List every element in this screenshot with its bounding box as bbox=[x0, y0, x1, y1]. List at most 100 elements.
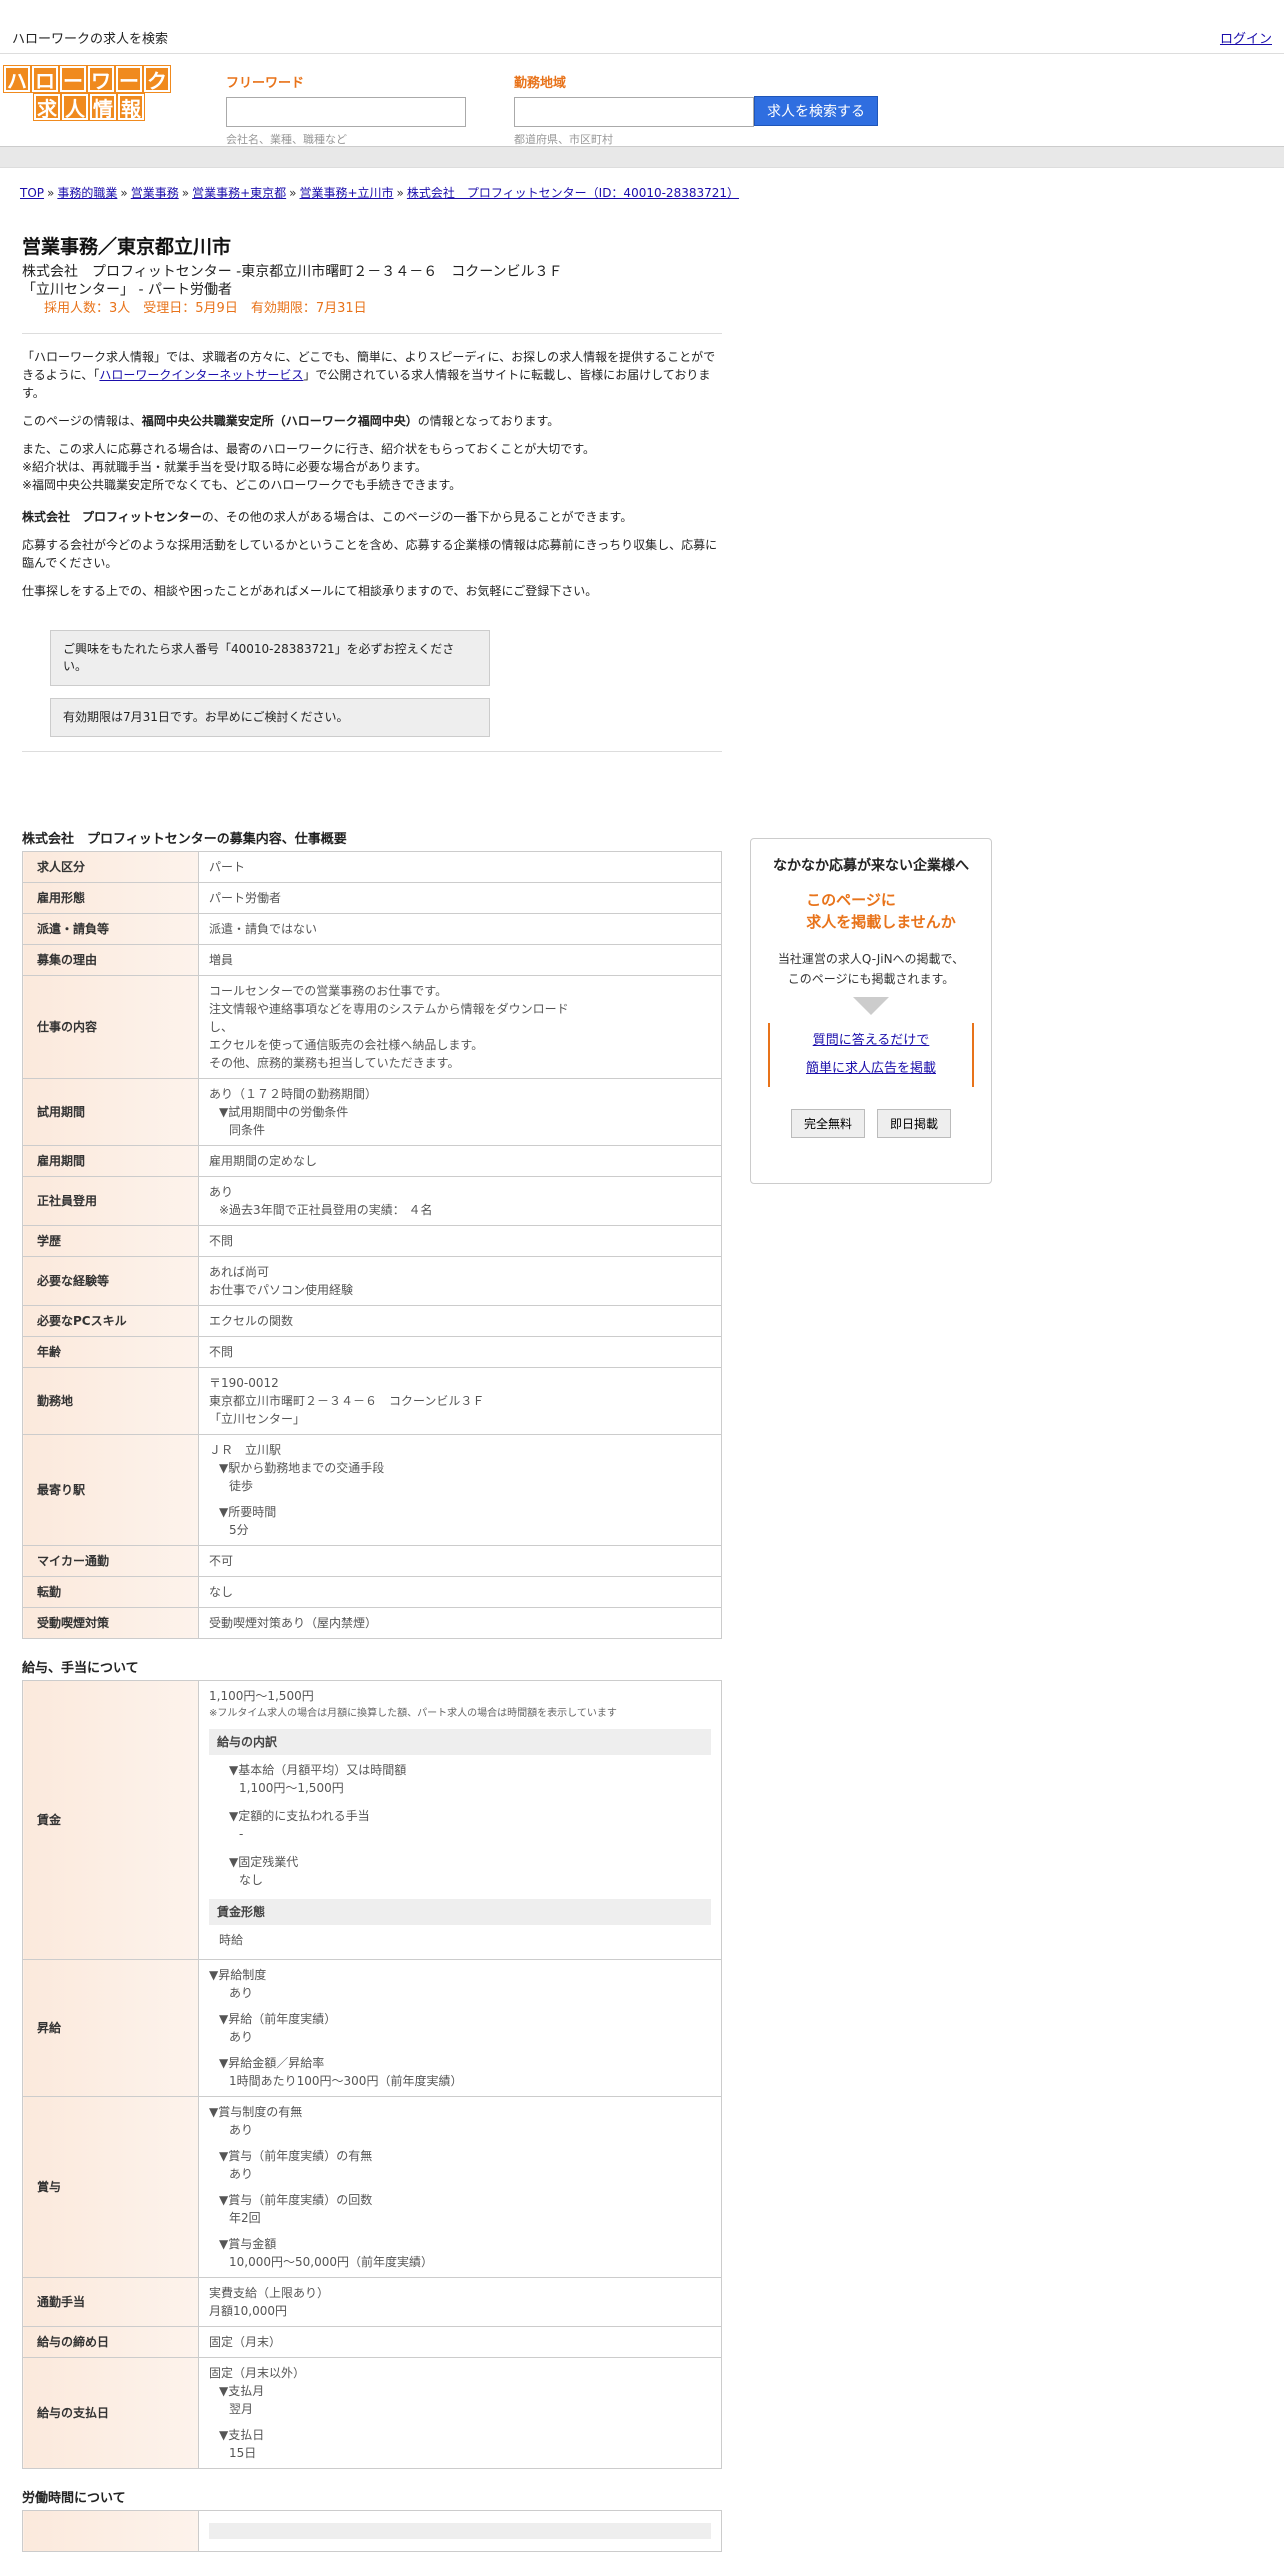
breadcrumb-link[interactable]: 事務的職業 bbox=[57, 186, 117, 200]
breadcrumb-separator: » bbox=[181, 186, 190, 200]
free-button[interactable]: 完全無料 bbox=[790, 1109, 865, 1138]
row-value: あり（１７２時間の勤務期間） ▼試用期間中の労働条件 同条件 bbox=[198, 1078, 722, 1146]
table-row: 学歴 不問 bbox=[22, 1225, 722, 1257]
section-title-overview: 株式会社 プロフィットセンターの募集内容、仕事概要 bbox=[22, 832, 347, 847]
table-row: 給与の締め日 固定（月末） bbox=[22, 2326, 722, 2358]
table-row: 求人区分 パート bbox=[22, 851, 722, 883]
breadcrumb-link[interactable]: 株式会社 プロフィットセンター（ID：40010-28383721） bbox=[407, 186, 739, 200]
intro-text-4: 株式会社 プロフィットセンターの、その他の求人がある場合は、このページの一番下か… bbox=[22, 510, 633, 524]
row-value: 固定（月末） bbox=[198, 2326, 722, 2358]
divider bbox=[22, 333, 722, 334]
intro-text-6: 仕事探しをする上での、相談や困ったことがあればメールにて相談承りますので、お気軽… bbox=[22, 584, 598, 598]
table-row: 昇給 ▼昇給制度 あり ▼昇給（前年度実績） あり ▼昇給金額／昇給率 1時間あたり100円… bbox=[22, 1959, 722, 2097]
row-value: 不可 bbox=[198, 1545, 722, 1577]
row-value: あれば尚可 お仕事でパソコン使用経験 bbox=[198, 1256, 722, 1306]
table-row: マイカー通勤 不可 bbox=[22, 1545, 722, 1577]
breadcrumb-separator: » bbox=[47, 186, 55, 200]
row-key: 雇用形態 bbox=[22, 882, 199, 914]
freeword-label: フリーワード bbox=[226, 76, 305, 91]
area-input[interactable] bbox=[514, 97, 754, 127]
logo-char: ワ bbox=[87, 65, 115, 93]
section-title-hours: 労働時間について bbox=[22, 2491, 126, 2506]
notice-job-number: ご興味をもたれたら求人番号「40010-28383721」を必ずお控えください。 bbox=[50, 630, 490, 686]
logo-char: ー bbox=[59, 65, 87, 93]
row-value: 受動喫煙対策あり（屋内禁煙） bbox=[198, 1607, 722, 1639]
row-key: 受動喫煙対策 bbox=[22, 1607, 199, 1639]
row-key: 募集の理由 bbox=[22, 944, 199, 976]
search-button[interactable]: 求人を検索する bbox=[754, 96, 878, 126]
ad-offer: このページに 求人を掲載しませんか bbox=[806, 891, 956, 931]
row-value: 雇用期間の定めなし bbox=[198, 1145, 722, 1177]
area-label: 勤務地域 bbox=[514, 76, 567, 91]
row-key: 求人区分 bbox=[22, 851, 199, 883]
breadcrumb-link[interactable]: 営業事務 bbox=[131, 186, 179, 200]
row-key: 昇給 bbox=[22, 1959, 199, 2097]
table-row: 雇用形態 パート労働者 bbox=[22, 882, 722, 914]
row-key: 通勤手当 bbox=[22, 2277, 199, 2327]
ad-link-post[interactable]: 簡単に求人広告を掲載 bbox=[806, 1061, 936, 1076]
ad-links: 質問に答えるだけで 簡単に求人広告を掲載 bbox=[768, 1023, 974, 1087]
row-key: 雇用期間 bbox=[22, 1145, 199, 1177]
table-row: 年齢 不問 bbox=[22, 1336, 722, 1368]
row-key: 学歴 bbox=[22, 1225, 199, 1257]
top-bar: ハローワークの求人を検索 ログイン bbox=[0, 0, 1284, 54]
salary-table: 賃金 1,100円〜1,500円 ※フルタイム求人の場合は月額に換算した額、パー… bbox=[22, 1680, 722, 2469]
table-row: 受動喫煙対策 受動喫煙対策あり（屋内禁煙） bbox=[22, 1607, 722, 1639]
row-key: 勤務地 bbox=[22, 1367, 199, 1435]
intro-text-3: また、この求人に応募される場合は、最寄のハローワークに行き、紹介状をもらっておく… bbox=[22, 442, 596, 492]
logo-char: ロ bbox=[31, 65, 59, 93]
hellowork-internet-link[interactable]: ハローワークインターネットサービス bbox=[99, 368, 303, 382]
ad-link-questions[interactable]: 質問に答えるだけで bbox=[813, 1033, 930, 1048]
table-row: 最寄り駅 ＪＲ 立川駅 ▼駅から勤務地までの交通手段 徒歩 ▼所要時間 5分 bbox=[22, 1434, 722, 1546]
main-content: 営業事務／東京都立川市 株式会社 プロフィットセンター -東京都立川市曙町２－３… bbox=[22, 232, 722, 2552]
table-row: 試用期間 あり（１７２時間の勤務期間） ▼試用期間中の労働条件 同条件 bbox=[22, 1078, 722, 1146]
table-row: 雇用期間 雇用期間の定めなし bbox=[22, 1145, 722, 1177]
row-value: 1,100円〜1,500円 ※フルタイム求人の場合は月額に換算した額、パート求人… bbox=[198, 1680, 722, 1960]
logo-char: 求 bbox=[33, 93, 61, 121]
company-address: 株式会社 プロフィットセンター -東京都立川市曙町２－３４－６ コクーンビル３Ｆ bbox=[22, 264, 563, 280]
freeword-field: フリーワード 会社名、業種、職種など bbox=[226, 72, 466, 147]
row-value: パート労働者 bbox=[198, 882, 722, 914]
breadcrumb-link[interactable]: 営業事務+東京都 bbox=[192, 186, 286, 200]
table-row: 転勤 なし bbox=[22, 1576, 722, 1608]
table-row: 通勤手当 実費支給（上限あり） 月額10,000円 bbox=[22, 2277, 722, 2327]
table-row: 勤務地 〒190-0012 東京都立川市曙町２－３４－６ コクーンビル３Ｆ 「立川セン… bbox=[22, 1367, 722, 1435]
login-link[interactable]: ログイン bbox=[1220, 28, 1272, 47]
same-day-button[interactable]: 即日掲載 bbox=[877, 1109, 952, 1138]
site-logo[interactable]: ハローワーク 求人情報 bbox=[3, 65, 182, 121]
row-value: 実費支給（上限あり） 月額10,000円 bbox=[198, 2277, 722, 2327]
row-key: 試用期間 bbox=[22, 1078, 199, 1146]
breadcrumb-link[interactable]: TOP bbox=[20, 186, 44, 200]
area-field: 勤務地域 都道府県、市区町村 bbox=[514, 72, 754, 147]
row-value: ▼昇給制度 あり ▼昇給（前年度実績） あり ▼昇給金額／昇給率 1時間あたり100円〜3… bbox=[198, 1959, 722, 2097]
section-title-salary: 給与、手当について bbox=[22, 1661, 139, 1676]
row-value: あり ※過去3年間で正社員登用の実績： ４名 bbox=[198, 1176, 722, 1226]
table-row: 賞与 ▼賞与制度の有無 あり ▼賞与（前年度実績）の有無 あり ▼賞与（前年度実績）の回数… bbox=[22, 2096, 722, 2278]
notice-expiry: 有効期限は7月31日です。お早めにご検討ください。 bbox=[50, 698, 490, 737]
logo-char: ク bbox=[143, 65, 171, 93]
row-value: 〒190-0012 東京都立川市曙町２－３４－６ コクーンビル３Ｆ 「立川センター」 bbox=[198, 1367, 722, 1435]
intro-text-2: このページの情報は、福岡中央公共職業安定所（ハローワーク福岡中央）の情報となって… bbox=[22, 414, 560, 428]
row-value: コールセンターでの営業事務のお仕事です。 注文情報や連絡事項などを専用のシステムか… bbox=[198, 975, 722, 1079]
hours-table bbox=[22, 2510, 722, 2552]
table-row: 必要な経験等 あれば尚可 お仕事でパソコン使用経験 bbox=[22, 1256, 722, 1306]
logo-char: ハ bbox=[3, 65, 31, 93]
row-key: 給与の支払日 bbox=[22, 2357, 199, 2469]
row-value: ▼賞与制度の有無 あり ▼賞与（前年度実績）の有無 あり ▼賞与（前年度実績）の回数 年2… bbox=[198, 2096, 722, 2278]
row-key: マイカー通勤 bbox=[22, 1545, 199, 1577]
row-value: エクセルの関数 bbox=[198, 1305, 722, 1337]
row-key: 派遣・請負等 bbox=[22, 913, 199, 945]
row-key: 給与の締め日 bbox=[22, 2326, 199, 2358]
logo-char: 報 bbox=[117, 93, 145, 121]
table-row: 派遣・請負等 派遣・請負ではない bbox=[22, 913, 722, 945]
table-row: 給与の支払日 固定（月末以外） ▼支払月 翌月 ▼支払日 15日 bbox=[22, 2357, 722, 2469]
breadcrumb-link[interactable]: 営業事務+立川市 bbox=[299, 186, 393, 200]
intro-text-1: 「ハローワーク求人情報」では、求職者の方々に、どこでも、簡単に、よりスピーディに… bbox=[22, 350, 716, 400]
row-value: 不問 bbox=[198, 1336, 722, 1368]
row-key: 最寄り駅 bbox=[22, 1434, 199, 1546]
row-value: 増員 bbox=[198, 944, 722, 976]
breadcrumb-separator: » bbox=[396, 186, 404, 200]
overview-table: 求人区分 パート 雇用形態 パート労働者 派遣・請負等 派遣・請負ではない 募集の理由 増員仕… bbox=[22, 851, 722, 1639]
ad-heading: なかなか応募が来ない企業様へ bbox=[773, 858, 969, 874]
freeword-input[interactable] bbox=[226, 97, 466, 127]
